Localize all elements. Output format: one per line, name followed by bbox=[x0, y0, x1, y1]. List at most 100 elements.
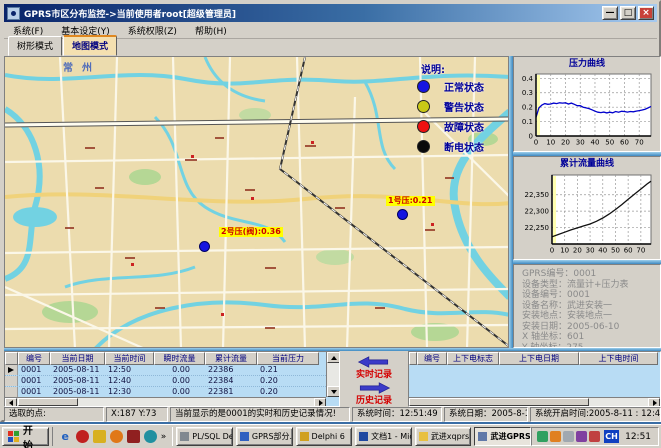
svg-text:0.1: 0.1 bbox=[522, 118, 533, 126]
window-title: GPRS市区分布监控->当前使用者root[超级管理员] bbox=[24, 7, 600, 20]
menu-help[interactable]: 帮助(H) bbox=[186, 22, 236, 39]
taskbar-item-word[interactable]: 文档1 - Mic... bbox=[355, 427, 412, 446]
image-viewer-icon[interactable] bbox=[93, 430, 106, 443]
tab-tree-mode[interactable]: 树形模式 bbox=[8, 36, 62, 56]
pressure-chart-title: 压力曲线 bbox=[516, 58, 658, 70]
info-label: 安装日期： bbox=[522, 322, 567, 332]
info-label: 安装地点： bbox=[522, 311, 567, 321]
fault-status-dot-icon bbox=[417, 120, 430, 133]
svg-text:50: 50 bbox=[611, 247, 620, 255]
realtime-table-hscrollbar[interactable] bbox=[5, 397, 326, 406]
svg-text:22,250: 22,250 bbox=[525, 224, 550, 232]
quick-launch-more-icon[interactable]: » bbox=[159, 432, 169, 442]
power-table-header: 编号 上下电标志 上下电日期 上下电时间 bbox=[409, 352, 660, 365]
status-display-info: 当前显示的是0001的实时和历史记录情况! bbox=[170, 407, 350, 422]
scroll-left-icon bbox=[9, 400, 13, 406]
plsql-icon bbox=[180, 432, 189, 441]
maximize-button[interactable]: □ bbox=[620, 6, 636, 20]
svg-text:0.3: 0.3 bbox=[522, 89, 533, 97]
taskbar-item-plsql[interactable]: PL/SQL Dev... bbox=[176, 427, 233, 446]
close-button[interactable]: × bbox=[638, 6, 654, 20]
map-legend: 说明: 正常状态 警告状态 故障状态 断电状态 bbox=[409, 61, 509, 156]
map-place-label: 常州 bbox=[63, 59, 101, 74]
current-row-marker-icon bbox=[8, 367, 14, 373]
previous-arrow-button[interactable] bbox=[354, 356, 394, 368]
svg-text:10: 10 bbox=[560, 247, 569, 255]
media-player-icon[interactable] bbox=[76, 430, 89, 443]
realtime-table-vscrollbar[interactable] bbox=[326, 352, 339, 397]
marker-2-dot[interactable] bbox=[199, 241, 210, 252]
next-arrow-button[interactable] bbox=[354, 382, 394, 394]
power-table-hscrollbar[interactable] bbox=[409, 397, 660, 406]
info-label: GPRS编号： bbox=[522, 269, 573, 279]
delphi-icon bbox=[300, 432, 309, 441]
taskbar-item-gprs-doc[interactable]: GPRS部分.... bbox=[236, 427, 293, 446]
globe-icon[interactable] bbox=[144, 430, 157, 443]
word-icon bbox=[359, 432, 368, 441]
svg-text:40: 40 bbox=[598, 247, 607, 255]
warning-status-dot-icon bbox=[417, 100, 430, 113]
mail-icon[interactable] bbox=[127, 430, 140, 443]
realtime-records-button[interactable]: 实时记录 bbox=[356, 369, 392, 381]
svg-text:22,300: 22,300 bbox=[525, 208, 550, 216]
pressure-chart-panel: 压力曲线 00.10.20.30.4010203040506070 bbox=[513, 56, 661, 152]
device-info-panel: GPRS编号：0001 设备类型：流量计+压力表 设备编号：0001 设备名称：… bbox=[513, 264, 661, 348]
city-map[interactable]: 常州 说明: 正常状态 警告状态 故障状态 断电状态 bbox=[4, 56, 509, 348]
status-startup-time: 系统开启时间:2005-8-11 : 12:49:59 bbox=[530, 407, 661, 422]
svg-text:50: 50 bbox=[605, 139, 614, 147]
tray-update-icon[interactable] bbox=[550, 431, 561, 442]
status-system-time: 系统时间：12:51:49 bbox=[352, 407, 442, 422]
svg-text:30: 30 bbox=[586, 247, 595, 255]
minimize-button[interactable]: — bbox=[602, 6, 618, 20]
table-row[interactable]: 0001 2005-08-11 12:50 0.00 22386 0.21 bbox=[5, 365, 326, 376]
marker-2-label[interactable]: 2号压(阀):0.36 bbox=[219, 227, 283, 237]
tray-app-icon[interactable] bbox=[576, 431, 587, 442]
info-value: 安装地点一 bbox=[567, 311, 612, 321]
info-value: 601 bbox=[567, 332, 584, 342]
legend-item-fault: 故障状态 bbox=[409, 116, 509, 136]
power-log-table: 编号 上下电标志 上下电日期 上下电时间 bbox=[408, 351, 661, 407]
mode-tabs: 树形模式 地图模式 bbox=[4, 39, 657, 56]
legend-item-normal: 正常状态 bbox=[409, 76, 509, 96]
flow-chart-title: 累计流量曲线 bbox=[516, 158, 658, 170]
marker-1-label[interactable]: 1号压:0.21 bbox=[386, 196, 435, 206]
menu-permissions[interactable]: 系统权限(Z) bbox=[119, 22, 186, 39]
svg-text:10: 10 bbox=[546, 139, 555, 147]
volume-icon[interactable] bbox=[563, 431, 574, 442]
svg-text:70: 70 bbox=[635, 139, 644, 147]
taskbar-item-folder[interactable]: 武进xqprs bbox=[415, 427, 472, 446]
svg-text:0: 0 bbox=[534, 139, 538, 147]
status-system-date: 系统日期：2005-8-11 bbox=[444, 407, 528, 422]
info-label: X 轴坐标： bbox=[522, 332, 567, 342]
marker-1-dot[interactable] bbox=[397, 209, 408, 220]
taskbar-item-wujin-gprs[interactable]: 武进GPRS... bbox=[474, 427, 531, 446]
table-row[interactable]: 0001 2005-08-11 12:40 0.00 22384 0.20 bbox=[5, 376, 326, 387]
windows-logo-icon bbox=[8, 431, 20, 442]
info-label: 设备类型： bbox=[522, 280, 567, 290]
flow-chart-panel: 累计流量曲线 22,25022,30022,350010203040506070 bbox=[513, 156, 661, 260]
tray-messenger-icon[interactable] bbox=[589, 431, 600, 442]
document-icon bbox=[240, 432, 249, 441]
internet-explorer-icon[interactable]: e bbox=[59, 430, 72, 443]
folder-icon bbox=[419, 432, 428, 441]
gprs-app-icon bbox=[478, 432, 487, 441]
info-value: 武进安装一 bbox=[567, 301, 612, 311]
normal-status-dot-icon bbox=[417, 80, 430, 93]
tab-map-mode[interactable]: 地图模式 bbox=[63, 35, 117, 56]
scroll-down-icon bbox=[331, 390, 337, 394]
info-label: 设备编号： bbox=[522, 290, 567, 300]
taskbar: 开始 e » PL/SQL Dev... GPRS部分.... Delphi 6… bbox=[0, 424, 661, 448]
title-bar: GPRS市区分布监控->当前使用者root[超级管理员] — □ × bbox=[4, 4, 657, 22]
record-switch-panel: 实时记录 历史记录 bbox=[340, 351, 408, 407]
svg-text:0: 0 bbox=[550, 247, 554, 255]
browser-icon[interactable] bbox=[110, 430, 123, 443]
right-panel: 压力曲线 00.10.20.30.4010203040506070 累计流量曲线… bbox=[513, 56, 661, 348]
language-indicator[interactable]: CH bbox=[604, 430, 619, 443]
status-selected-point: 选取的点: bbox=[4, 407, 104, 422]
history-records-button[interactable]: 历史记录 bbox=[356, 395, 392, 407]
poweroff-status-dot-icon bbox=[417, 140, 430, 153]
taskbar-item-delphi[interactable]: Delphi 6 bbox=[296, 427, 353, 446]
start-button[interactable]: 开始 bbox=[2, 427, 49, 446]
pressure-chart: 00.10.20.30.4010203040506070 bbox=[516, 70, 656, 148]
tray-antivirus-icon[interactable] bbox=[537, 431, 548, 442]
